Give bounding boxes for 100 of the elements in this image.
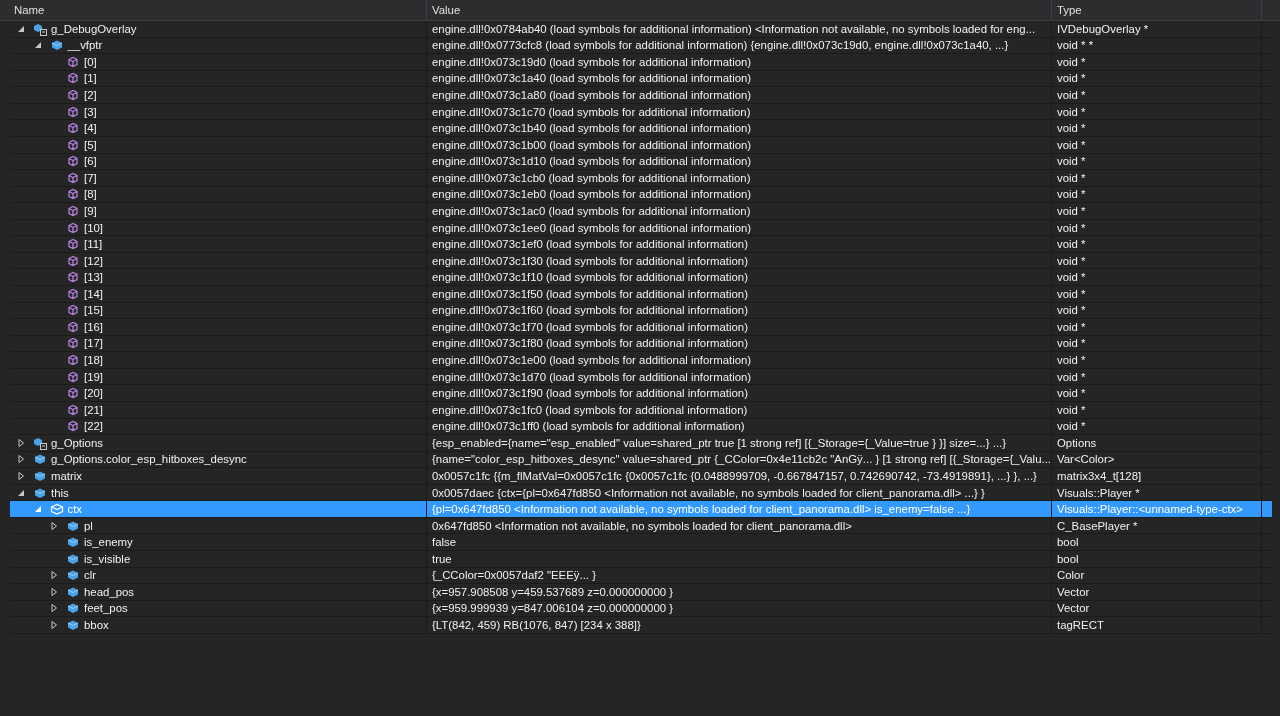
variable-type: void * <box>1057 337 1086 350</box>
variable-name: ctx <box>67 503 83 516</box>
variable-name: [5] <box>84 138 97 151</box>
variable-name: g_Options <box>51 436 103 449</box>
variable-name: [16] <box>84 320 103 333</box>
watch-row[interactable]: [13] engine.dll!0x073c1f10 (load symbols for additional information) void * <box>10 269 1272 286</box>
collapsed-arrow-icon[interactable] <box>50 621 58 630</box>
collapsed-arrow-icon[interactable] <box>17 455 25 464</box>
variable-value: engine.dll!0x073c1b00 (load symbols for additional information) <box>432 138 752 151</box>
collapsed-arrow-icon[interactable] <box>50 521 58 530</box>
column-header[interactable]: Name <box>0 0 427 20</box>
watch-row[interactable]: pl 0x647fd850 <Information not available, no symbols loaded for client_panorama.dll> C_BasePlayer * <box>10 517 1272 535</box>
watch-row[interactable]: g_Options {esp_enabled={name="esp_enabled" value=shared_ptr true [1 strong ref] [{_Storage={_Value=true } }] size=...} ...} Options <box>10 435 1272 452</box>
variable-type: Options <box>1057 436 1097 449</box>
variable-type: bool <box>1057 536 1079 549</box>
watch-row[interactable]: [4] engine.dll!0x073c1b40 (load symbols for additional information) void * <box>10 120 1272 137</box>
watch-row[interactable]: [9] engine.dll!0x073c1ac0 (load symbols for additional information) void * <box>10 203 1272 220</box>
variable-value: engine.dll!0x073c1ee0 (load symbols for additional information) <box>432 221 752 234</box>
expanded-arrow-icon[interactable] <box>17 488 25 497</box>
variable-name: pl <box>84 519 93 532</box>
watch-row[interactable]: head_pos {x=957.908508 y=459.537689 z=0.000000000 } Vector <box>10 584 1272 601</box>
collapsed-arrow-icon[interactable] <box>17 438 25 447</box>
variable-type: void * <box>1057 188 1086 201</box>
variable-value: {_CColor=0x0057daf2 "EEEÿ... } <box>432 569 596 582</box>
variable-value: engine.dll!0x0784ab40 (load symbols for additional information) <Information not available, no symbols loaded for eng... <box>432 22 1036 35</box>
variable-type: void * <box>1057 387 1086 400</box>
watch-row[interactable]: [22] engine.dll!0x073c1ff0 (load symbols for additional information) void * <box>10 418 1272 436</box>
variable-value: engine.dll!0x073c1ef0 (load symbols for additional information) <box>432 238 748 251</box>
expanded-arrow-icon[interactable] <box>33 41 42 50</box>
variable-value: engine.dll!0x073c1f60 (load symbols for additional information) <box>432 304 748 317</box>
variable-type: void * <box>1057 72 1086 85</box>
variable-value: engine.dll!0x073c1cb0 (load symbols for additional information) <box>432 171 751 184</box>
variable-value: engine.dll!0x073c1fc0 (load symbols for additional information) <box>432 403 748 416</box>
watch-row[interactable]: [16] engine.dll!0x073c1f70 (load symbols for additional information) void * <box>10 319 1272 336</box>
variable-value: {x=959.999939 y=847.006104 z=0.000000000 } <box>432 602 674 615</box>
watch-row[interactable]: [1] engine.dll!0x073c1a40 (load symbols for additional information) void * <box>10 70 1272 88</box>
collapsed-arrow-icon[interactable] <box>17 471 25 480</box>
variable-value: 0x0057c1fc {{m_flMatVal=0x0057c1fc {0x0057c1fc {0.0488999709, -0.667847157, 0.742690742, -73.4919891}, ...} }, ...} <box>432 469 1037 482</box>
variable-value: engine.dll!0x073c1d70 (load symbols for additional information) <box>432 370 752 383</box>
watch-row[interactable]: [21] engine.dll!0x073c1fc0 (load symbols for additional information) void * <box>10 401 1272 419</box>
variable-value: engine.dll!0x0773cfc8 (load symbols for additional information) {engine.dll!0x073c19d0, engine.dll!0x073c1a40, ...} <box>432 39 1009 52</box>
variable-name: clr <box>84 569 97 582</box>
watch-row[interactable]: [18] engine.dll!0x073c1e00 (load symbols for additional information) void * <box>10 352 1272 369</box>
watch-row[interactable]: [6] engine.dll!0x073c1d10 (load symbols for additional information) void * <box>10 153 1272 171</box>
variable-type: Vector <box>1057 602 1090 615</box>
variable-value: {esp_enabled={name="esp_enabled" value=shared_ptr true [1 strong ref] [{_Storage={_Value=true } }] size=...} ...} <box>432 436 1007 449</box>
variable-name: [11] <box>84 238 103 251</box>
watch-row[interactable]: g_Options.color_esp_hitboxes_desync {name="color_esp_hitboxes_desync" value=shared_ptr {_CColor=0x4e11cb2c "AnGÿ... } [1 strong ref] [{_Storage={_Valu... Var<Color> <box>10 451 1272 469</box>
watch-row[interactable]: [3] engine.dll!0x073c1c70 (load symbols for additional information) void * <box>10 103 1272 121</box>
variable-name: [14] <box>84 287 103 300</box>
watch-row[interactable]: is_visible true bool <box>10 551 1272 568</box>
variable-type: void * <box>1057 221 1086 234</box>
watch-row[interactable]: feet_pos {x=959.999939 y=847.006104 z=0.000000000 } Vector <box>10 600 1272 618</box>
variable-value: false <box>432 536 457 549</box>
watch-row[interactable]: clr {_CColor=0x0057daf2 "EEEÿ... } Color <box>10 567 1272 585</box>
variable-name: __vfptr <box>67 39 103 52</box>
watch-row[interactable]: [11] engine.dll!0x073c1ef0 (load symbols for additional information) void * <box>10 236 1272 253</box>
variable-value: {pl=0x647fd850 <Information not available, no symbols loaded for client_panorama.dll> is_enemy=false ...} <box>432 503 971 516</box>
column-header[interactable]: Value <box>427 0 1052 20</box>
variable-value: {name="color_esp_hitboxes_desync" value=shared_ptr {_CColor=0x4e11cb2c "AnGÿ... } [1 strong ref] [{_Storage={_Valu... <box>432 453 1051 466</box>
variable-name: [13] <box>84 271 103 284</box>
variable-value: 0x647fd850 <Information not available, no symbols loaded for client_panorama.dll> <box>432 519 852 532</box>
collapsed-arrow-icon[interactable] <box>50 587 58 596</box>
watch-row[interactable]: [10] engine.dll!0x073c1ee0 (load symbols for additional information) void * <box>10 219 1272 237</box>
expanded-arrow-icon[interactable] <box>17 24 25 33</box>
variable-type: void * <box>1057 354 1086 367</box>
watch-row[interactable]: [20] engine.dll!0x073c1f90 (load symbols for additional information) void * <box>10 385 1272 402</box>
watch-row[interactable]: bbox {LT(842, 459) RB(1076, 847) [234 x 388]} tagRECT <box>10 617 1272 634</box>
watch-row[interactable]: matrix 0x0057c1fc {{m_flMatVal=0x0057c1fc {0x0057c1fc {0.0488999709, -0.667847157, 0.742690742, -73.4919891}, ...} }, ...} matrix3x4_t[128] <box>10 468 1272 485</box>
variable-name: matrix <box>51 469 82 482</box>
watch-row[interactable]: [19] engine.dll!0x073c1d70 (load symbols for additional information) void * <box>10 368 1272 386</box>
collapsed-arrow-icon[interactable] <box>50 571 58 580</box>
variable-type: void * <box>1057 138 1086 151</box>
variable-name: head_pos <box>84 585 135 598</box>
variable-type: void * * <box>1057 39 1094 52</box>
variable-value: engine.dll!0x073c1eb0 (load symbols for additional information) <box>432 188 752 201</box>
variable-name: [8] <box>84 188 97 201</box>
variable-value: engine.dll!0x073c1f90 (load symbols for additional information) <box>432 387 748 400</box>
watch-row[interactable]: [15] engine.dll!0x073c1f60 (load symbols for additional information) void * <box>10 302 1272 320</box>
column-header[interactable]: Type <box>1052 0 1262 20</box>
variable-value: engine.dll!0x073c1f30 (load symbols for additional information) <box>432 254 748 267</box>
variable-type: void * <box>1057 370 1086 383</box>
watch-row[interactable]: [7] engine.dll!0x073c1cb0 (load symbols for additional information) void * <box>10 170 1272 187</box>
variable-name: [10] <box>84 221 103 234</box>
watch-row[interactable]: [8] engine.dll!0x073c1eb0 (load symbols for additional information) void * <box>10 186 1272 204</box>
variable-value: 0x0057daec {ctx={pl=0x647fd850 <Information not available, no symbols loaded for client_panorama.dll> ...} } <box>432 486 985 499</box>
variable-type: void * <box>1057 105 1086 118</box>
variable-type: void * <box>1057 55 1086 68</box>
watch-row[interactable]: __vfptr engine.dll!0x0773cfc8 (load symbols for additional information) {engine.dll!0x073c19d0, engine.dll!0x073c1a40, ...} void * * <box>10 37 1272 55</box>
watch-row[interactable]: [5] engine.dll!0x073c1b00 (load symbols for additional information) void * <box>10 136 1272 154</box>
variable-type: void * <box>1057 122 1086 135</box>
watch-row[interactable]: [2] engine.dll!0x073c1a80 (load symbols for additional information) void * <box>10 87 1272 104</box>
watch-row[interactable]: [17] engine.dll!0x073c1f80 (load symbols for additional information) void * <box>10 335 1272 353</box>
watch-row[interactable]: [0] engine.dll!0x073c19d0 (load symbols for additional information) void * <box>10 54 1272 71</box>
variable-type: Var<Color> <box>1057 453 1115 466</box>
collapsed-arrow-icon[interactable] <box>50 604 58 613</box>
watch-row[interactable]: g_DebugOverlay engine.dll!0x0784ab40 (load symbols for additional information) <Information not available, no symbols loaded for eng... IVDebugOverlay * <box>10 21 1272 38</box>
watch-row[interactable]: [14] engine.dll!0x073c1f50 (load symbols for additional information) void * <box>10 286 1272 303</box>
watch-row[interactable]: is_enemy false bool <box>10 534 1272 551</box>
watch-row[interactable]: [12] engine.dll!0x073c1f30 (load symbols for additional information) void * <box>10 252 1272 270</box>
